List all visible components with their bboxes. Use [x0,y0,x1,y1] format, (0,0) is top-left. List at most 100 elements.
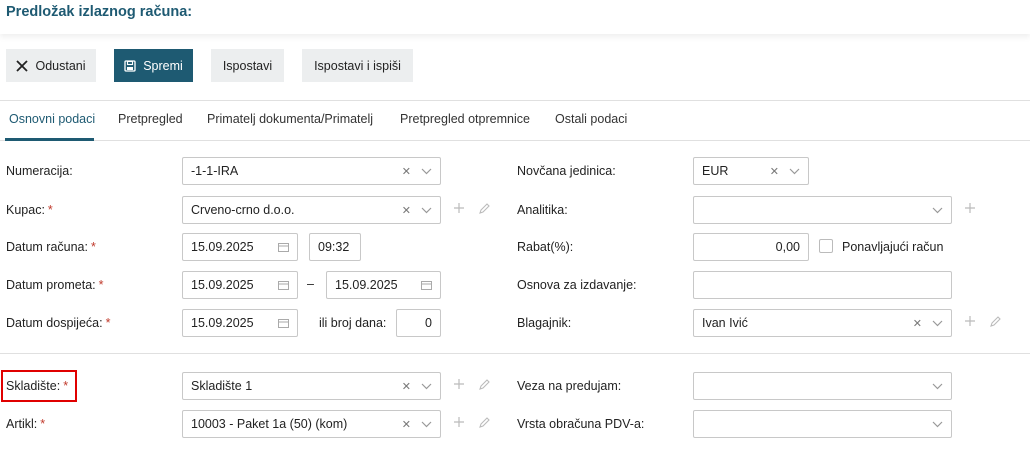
chevron-down-icon[interactable] [421,383,432,390]
datum-prometa-do-value: 15.09.2025 [335,278,398,292]
required-marker: * [98,278,104,292]
vrsta-pdv-select[interactable] [693,410,952,438]
datum-prometa-label: Datum prometa: * [6,278,104,292]
broj-dana-value: 0 [425,316,432,330]
skladiste-select[interactable]: Skladište 1 ✕ [182,372,441,400]
calendar-icon[interactable] [278,318,289,328]
novcana-jedinica-select[interactable]: EUR ✕ [693,157,809,185]
tab-pretpregled[interactable]: Pretpregled [118,112,183,126]
datum-racuna-input[interactable]: 15.09.2025 [182,233,298,261]
blagajnik-add-icon[interactable] [964,315,976,327]
clear-icon[interactable]: ✕ [402,418,411,431]
calendar-icon[interactable] [421,280,432,290]
save-icon [124,59,136,72]
rabat-value: 0,00 [775,240,800,254]
clear-icon[interactable]: ✕ [402,380,411,393]
tabs-bottom-divider [0,140,1030,141]
kupac-value: Crveno-crno d.o.o. [191,203,295,217]
title-bar: Predložak izlaznog računa: [0,0,1030,34]
datum-dospijeca-input[interactable]: 15.09.2025 [182,309,298,337]
save-button-label: Spremi [143,58,183,73]
veza-predujam-select[interactable] [693,372,952,400]
calendar-icon[interactable] [278,280,289,290]
calendar-icon[interactable] [278,242,289,252]
novcana-jedinica-value: EUR [702,164,729,178]
vrsta-pdv-label: Vrsta obračuna PDV-a: [517,417,645,431]
artikl-label: Artikl: * [6,417,46,431]
tab-primatelj[interactable]: Primatelj dokumenta/Primatelj [207,112,373,126]
active-tab-indicator [5,138,94,141]
datum-prometa-od-value: 15.09.2025 [191,278,254,292]
clear-icon[interactable]: ✕ [770,165,779,178]
fill-print-button[interactable]: Ispostavi i ispiši [302,49,413,82]
broj-dana-input[interactable]: 0 [396,309,441,337]
kupac-select[interactable]: Crveno-crno d.o.o. ✕ [182,196,441,224]
fill-button-label: Ispostavi [222,58,273,73]
rabat-input[interactable]: 0,00 [693,233,809,261]
date-range-separator: – [307,277,314,291]
skladiste-label: Skladište: * [6,379,69,393]
numeracija-label: Numeracija: [6,164,73,178]
blagajnik-edit-icon[interactable] [989,315,1002,328]
datum-dospijeca-label: Datum dospijeća: * [6,316,111,330]
blagajnik-select[interactable]: Ivan Ivić ✕ [693,309,952,337]
datum-prometa-od-input[interactable]: 15.09.2025 [182,271,298,299]
blagajnik-label: Blagajnik: [517,316,572,330]
numeracija-select[interactable]: -1-1-IRA ✕ [182,157,441,185]
clear-icon[interactable]: ✕ [402,165,411,178]
chevron-down-icon[interactable] [932,383,943,390]
artikl-select[interactable]: 10003 - Paket 1a (50) (kom) ✕ [182,410,441,438]
ponavljajuci-racun-label: Ponavljajući račun [842,240,944,254]
page-title: Predložak izlaznog računa: [6,4,193,20]
required-marker: * [63,379,69,393]
osnova-input[interactable] [693,271,952,299]
kupac-add-icon[interactable] [453,202,465,214]
analitika-add-icon[interactable] [964,202,976,214]
kupac-label: Kupac: * [6,203,53,217]
required-marker: * [105,316,111,330]
chevron-down-icon[interactable] [932,207,943,214]
vrijeme-value: 09:32 [318,240,350,254]
broj-dana-label: ili broj dana: [319,316,387,330]
required-marker: * [47,203,53,217]
chevron-down-icon[interactable] [421,168,432,175]
blagajnik-value: Ivan Ivić [702,316,748,330]
tab-pretpregled-otpremnice[interactable]: Pretpregled otpremnice [400,112,530,126]
section-divider [0,353,1030,354]
osnova-label: Osnova za izdavanje: [517,278,637,292]
kupac-edit-icon[interactable] [478,202,491,215]
fill-button[interactable]: Ispostavi [211,49,284,82]
clear-icon[interactable]: ✕ [913,317,922,330]
tabs-top-divider [0,100,1030,101]
tab-ostali-podaci[interactable]: Ostali podaci [555,112,627,126]
save-button[interactable]: Spremi [114,49,193,82]
cancel-button-label: Odustani [35,58,86,73]
chevron-down-icon[interactable] [932,421,943,428]
chevron-down-icon[interactable] [932,320,943,327]
analitika-label: Analitika: [517,203,568,217]
rabat-label: Rabat(%): [517,240,574,254]
chevron-down-icon[interactable] [421,207,432,214]
datum-prometa-do-input[interactable]: 15.09.2025 [326,271,441,299]
fill-print-button-label: Ispostavi i ispiši [314,58,401,73]
required-marker: * [90,240,96,254]
toolbar: Odustani Spremi Ispostavi Ispostavi i is… [6,49,431,82]
artikl-add-icon[interactable] [453,416,465,428]
chevron-down-icon[interactable] [421,421,432,428]
skladiste-edit-icon[interactable] [478,378,491,391]
ponavljajuci-racun-checkbox[interactable] [819,239,833,253]
datum-dospijeca-value: 15.09.2025 [191,316,254,330]
cancel-button[interactable]: Odustani [6,49,96,82]
clear-icon[interactable]: ✕ [402,204,411,217]
chevron-down-icon[interactable] [789,168,800,175]
artikl-value: 10003 - Paket 1a (50) (kom) [191,417,348,431]
skladiste-add-icon[interactable] [453,378,465,390]
tab-osnovni-podaci[interactable]: Osnovni podaci [9,112,95,126]
artikl-edit-icon[interactable] [478,416,491,429]
analitika-select[interactable] [693,196,952,224]
skladiste-value: Skladište 1 [191,379,253,393]
novcana-jedinica-label: Novčana jedinica: [517,164,616,178]
numeracija-value: -1-1-IRA [191,164,239,178]
vrijeme-input[interactable]: 09:32 [309,233,361,261]
datum-racuna-label: Datum računa: * [6,240,96,254]
